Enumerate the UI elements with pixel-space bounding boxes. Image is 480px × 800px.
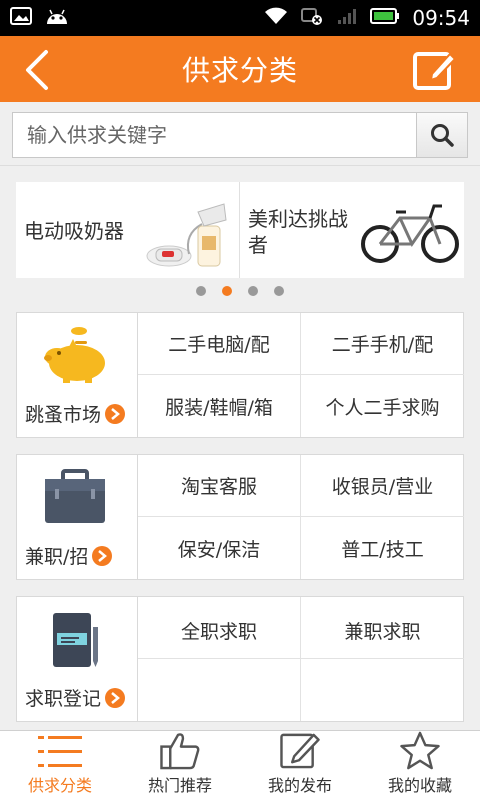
- carousel-dot-active[interactable]: [222, 286, 232, 296]
- edit-icon: [280, 733, 320, 769]
- star-icon: [400, 731, 440, 770]
- banner-label-line-1: 美利达挑战: [248, 207, 348, 231]
- back-arrow-icon: [26, 50, 48, 90]
- page-title: 供求分类: [181, 54, 298, 87]
- subcategory-item[interactable]: 二手电脑/配: [138, 313, 301, 375]
- nav-tab-categories[interactable]: 供求分类: [0, 731, 120, 800]
- subcategory-item[interactable]: 收银员/营业: [301, 455, 464, 517]
- category-label: 兼职/招: [25, 546, 89, 568]
- category-part-time[interactable]: 兼职/招: [17, 455, 138, 579]
- status-bar: 09:54: [0, 0, 480, 36]
- nav-label: 我的收藏: [387, 776, 452, 795]
- chevron-right-icon: [105, 687, 126, 708]
- back-button[interactable]: [18, 48, 58, 92]
- subcategory-empty: [138, 659, 301, 721]
- subcategory-grid: 淘宝客服 收银员/营业 保安/保洁 普工/技工: [138, 455, 464, 579]
- carousel-indicator: [0, 286, 480, 296]
- category-name: 求职登记: [25, 684, 126, 711]
- banner-label: 电动吸奶器: [24, 219, 124, 243]
- search-input[interactable]: 输入供求关键字: [12, 112, 416, 158]
- nav-label: 我的发布: [267, 776, 332, 795]
- bottom-navigation: 供求分类 热门推荐 我的发布 我的收藏: [0, 730, 480, 800]
- edit-icon: [413, 52, 457, 90]
- wifi-icon: [264, 7, 288, 29]
- subcategory-grid: 全职求职 兼职求职: [138, 597, 464, 721]
- category-name: 跳蚤市场: [25, 400, 126, 427]
- signal-icon: [336, 7, 358, 29]
- clock: 09:54: [412, 6, 470, 30]
- image-notification-icon: [10, 7, 32, 29]
- search-icon: [431, 124, 454, 147]
- banner-label: 美利达挑战 者: [248, 206, 348, 258]
- bicycle-image: [361, 204, 459, 263]
- nav-label: 供求分类: [27, 776, 92, 795]
- edit-button[interactable]: [412, 48, 457, 92]
- nav-tab-my-posts[interactable]: 我的发布: [240, 731, 360, 800]
- category-name: 兼职/招: [25, 542, 113, 569]
- subcategory-item[interactable]: 普工/技工: [301, 517, 464, 579]
- category-label: 求职登记: [25, 688, 102, 710]
- nav-tab-favorites[interactable]: 我的收藏: [360, 731, 480, 800]
- chevron-right-icon: [92, 545, 113, 566]
- banner-label-line-2: 者: [248, 233, 268, 257]
- category-job-seeking[interactable]: 求职登记: [17, 597, 138, 721]
- subcategory-item[interactable]: 保安/保洁: [138, 517, 301, 579]
- category-card-job-seeking: 求职登记 全职求职 兼职求职: [16, 596, 464, 722]
- banner-carousel[interactable]: 电动吸奶器 美利达挑战 者: [16, 182, 464, 278]
- thumbs-up-icon: [160, 733, 200, 770]
- category-card-flea-market: 跳蚤市场 二手电脑/配 二手手机/配 服装/鞋帽/箱 个人二手求购: [16, 312, 464, 438]
- subcategory-item[interactable]: 个人二手求购: [301, 375, 464, 437]
- breast-pump-image: [146, 203, 227, 267]
- piggy-bank-icon: [39, 325, 111, 389]
- carousel-dot[interactable]: [196, 286, 206, 296]
- subcategory-empty: [301, 659, 464, 721]
- data-disabled-icon: [300, 6, 324, 30]
- list-icon: [38, 736, 82, 767]
- briefcase-icon: [39, 467, 111, 533]
- category-card-part-time: 兼职/招 淘宝客服 收银员/营业 保安/保洁 普工/技工: [16, 454, 464, 580]
- subcategory-item[interactable]: 淘宝客服: [138, 455, 301, 517]
- nav-label: 热门推荐: [147, 776, 212, 795]
- search-bar: 输入供求关键字: [0, 102, 480, 166]
- subcategory-item[interactable]: 二手手机/配: [301, 313, 464, 375]
- nav-tab-hot[interactable]: 热门推荐: [120, 731, 240, 800]
- subcategory-grid: 二手电脑/配 二手手机/配 服装/鞋帽/箱 个人二手求购: [138, 313, 464, 437]
- app-header: 供求分类: [0, 36, 480, 102]
- banner-item-bicycle[interactable]: 美利达挑战 者: [240, 182, 464, 278]
- subcategory-item[interactable]: 服装/鞋帽/箱: [138, 375, 301, 437]
- search-button[interactable]: [416, 112, 468, 158]
- battery-icon: [370, 7, 400, 29]
- notebook-icon: [47, 609, 107, 675]
- subcategory-item[interactable]: 全职求职: [138, 597, 301, 659]
- android-icon: [44, 6, 70, 30]
- category-flea-market[interactable]: 跳蚤市场: [17, 313, 138, 437]
- chevron-right-icon: [105, 403, 126, 424]
- carousel-dot[interactable]: [274, 286, 284, 296]
- banner-item-breast-pump[interactable]: 电动吸奶器: [16, 182, 240, 278]
- subcategory-item[interactable]: 兼职求职: [301, 597, 464, 659]
- category-label: 跳蚤市场: [25, 404, 102, 426]
- carousel-dot[interactable]: [248, 286, 258, 296]
